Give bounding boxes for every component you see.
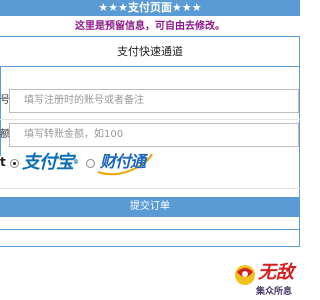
watermark-subtext: 集众所息 [256,287,293,297]
tenpay-logo[interactable]: 财付通 [96,150,158,178]
watermark-text: 无敌 [258,262,294,283]
watermark-emblem-icon [235,265,255,285]
registered-mark-icon: ® [73,159,79,166]
payment-divider [0,188,300,189]
tenpay-radio[interactable] [86,159,95,168]
section-title: 支付快速通道 [117,45,183,58]
alipay-logo-text: 支付宝 [22,152,74,173]
alipay-radio[interactable] [10,159,19,168]
payment-method-row: t 支付宝® 财付通 [0,146,300,180]
page-banner: ★★★支付页面★★★ [0,0,300,16]
amount-input[interactable]: 填写转账金额，如100 [9,123,299,147]
watermark-logo: 无敌 集众所息 [228,262,300,300]
row-divider [0,119,300,120]
account-row: 号 填写注册时的账号或者备注 [0,89,300,115]
bottom-divider [0,229,300,230]
title-divider [0,66,300,67]
alipay-logo[interactable]: 支付宝® [22,150,84,176]
bottom-divider [0,246,300,247]
notice-text: 这里是预留信息，可自由去修改。 [75,21,225,32]
submit-order-button[interactable]: 提交订单 [0,197,300,217]
payment-label: t [0,155,6,169]
tenpay-logo-text: 财付通 [100,152,146,171]
account-input[interactable]: 填写注册时的账号或者备注 [9,89,299,113]
